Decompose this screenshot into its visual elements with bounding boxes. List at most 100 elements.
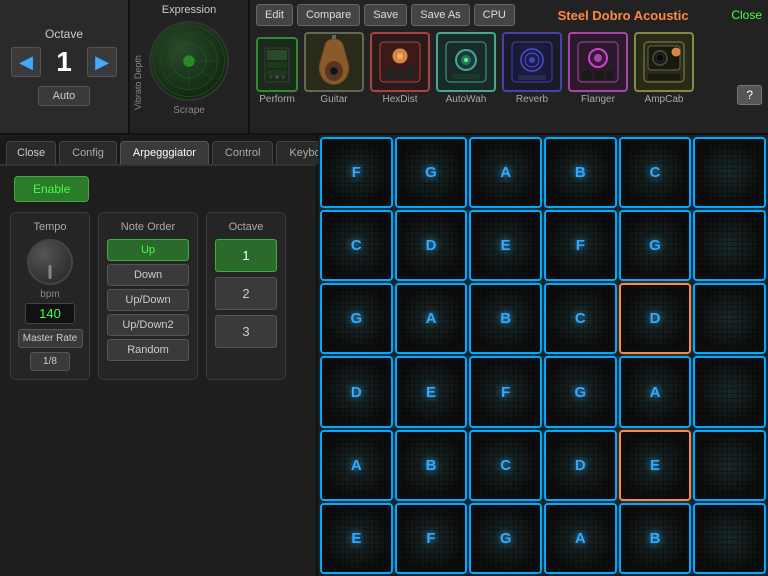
grid-cell[interactable]: C xyxy=(619,137,692,208)
note-order-updown[interactable]: Up/Down xyxy=(107,289,189,311)
fx-item-autowah[interactable]: AutoWah xyxy=(436,32,496,105)
grid-cell[interactable]: F xyxy=(544,210,617,281)
auto-button[interactable]: Auto xyxy=(38,86,91,106)
cell-note-label: A xyxy=(650,384,661,401)
tab-config[interactable]: Config xyxy=(59,141,117,164)
expression-dial[interactable] xyxy=(149,21,229,101)
grid-cell[interactable]: D xyxy=(544,430,617,501)
grid-cell[interactable]: F xyxy=(469,356,542,427)
octave-3-button[interactable]: 3 xyxy=(215,315,277,348)
fx-label-hexdist: HexDist xyxy=(382,94,417,105)
tempo-knob[interactable] xyxy=(27,239,73,285)
grid-cell[interactable]: G xyxy=(395,137,468,208)
grid-cell[interactable]: D xyxy=(320,356,393,427)
grid-cell[interactable]: C xyxy=(544,283,617,354)
fx-item-guitar[interactable]: Guitar xyxy=(304,32,364,105)
grid-cell[interactable]: B xyxy=(469,283,542,354)
fx-item-reverb[interactable]: Reverb xyxy=(502,32,562,105)
grid-cell[interactable]: A xyxy=(395,283,468,354)
save-as-button[interactable]: Save As xyxy=(411,4,469,26)
grid-cell[interactable]: C xyxy=(320,210,393,281)
fx-item-hexdist[interactable]: HexDist xyxy=(370,32,430,105)
octave-2-button[interactable]: 2 xyxy=(215,277,277,310)
grid-cell[interactable]: G xyxy=(544,356,617,427)
edit-button[interactable]: Edit xyxy=(256,4,293,26)
grid-cell[interactable]: B xyxy=(544,137,617,208)
bpm-input[interactable] xyxy=(25,303,75,324)
grid-cell[interactable]: E xyxy=(619,430,692,501)
vibrato-depth-label: Vibrato Depth xyxy=(133,30,143,110)
grid-cell[interactable]: A xyxy=(619,356,692,427)
grid-cell[interactable]: D xyxy=(395,210,468,281)
grid-cell[interactable]: E xyxy=(395,356,468,427)
grid-cell[interactable]: D xyxy=(619,283,692,354)
fx-item-perform[interactable]: Perform xyxy=(256,37,298,105)
close-preset-link[interactable]: Close xyxy=(731,8,762,22)
grid-cell[interactable]: A xyxy=(469,137,542,208)
octave-down-button[interactable]: ◀ xyxy=(11,47,41,77)
cell-note-label: A xyxy=(426,310,437,327)
enable-area: Enable xyxy=(0,166,316,212)
note-order-random[interactable]: Random xyxy=(107,339,189,361)
cell-note-label: F xyxy=(352,164,361,181)
fx-label-reverb: Reverb xyxy=(516,94,548,105)
flanger-box xyxy=(568,32,628,92)
tab-control[interactable]: Control xyxy=(212,141,273,164)
grid-cell[interactable]: F xyxy=(395,503,468,574)
grid-cell[interactable] xyxy=(693,283,766,354)
note-grid: FGABCCDEFGGABCDDEFGAABCDEEFGAB xyxy=(318,135,768,576)
tab-close[interactable]: Close xyxy=(6,141,56,164)
grid-cell[interactable] xyxy=(693,430,766,501)
note-order-updown2[interactable]: Up/Down2 xyxy=(107,314,189,336)
grid-cell[interactable]: G xyxy=(320,283,393,354)
fx-item-ampcab[interactable]: AmpCab xyxy=(634,32,694,105)
top-bar: Octave ◀ 1 ▶ Auto Vibrato Depth Expressi… xyxy=(0,0,768,135)
grid-cell[interactable]: G xyxy=(619,210,692,281)
grid-cell[interactable] xyxy=(693,137,766,208)
octave-1-button[interactable]: 1 xyxy=(215,239,277,272)
help-button[interactable]: ? xyxy=(737,85,762,105)
cell-note-label: F xyxy=(576,237,585,254)
grid-cell[interactable] xyxy=(693,503,766,574)
cell-note-label: C xyxy=(650,164,661,181)
grid-cell[interactable]: C xyxy=(469,430,542,501)
octave-up-button[interactable]: ▶ xyxy=(87,47,117,77)
scrape-label: Scrape xyxy=(173,105,205,116)
grid-cell[interactable]: G xyxy=(469,503,542,574)
note-order-down[interactable]: Down xyxy=(107,264,189,286)
grid-cell[interactable]: E xyxy=(469,210,542,281)
grid-cell[interactable]: B xyxy=(395,430,468,501)
tab-arpeggiator[interactable]: Arpegggiator xyxy=(120,141,209,164)
grid-cell[interactable] xyxy=(693,356,766,427)
enable-button[interactable]: Enable xyxy=(14,176,89,202)
grid-cell[interactable]: A xyxy=(320,430,393,501)
grid-area: FGABCCDEFGGABCDDEFGAABCDEEFGAB xyxy=(318,135,768,576)
grid-cell[interactable]: B xyxy=(619,503,692,574)
grid-cell[interactable] xyxy=(693,210,766,281)
cpu-button[interactable]: CPU xyxy=(474,4,515,26)
panel: Close Config Arpegggiator Control Keyboa… xyxy=(0,135,318,576)
cell-note-label: G xyxy=(649,237,661,254)
expression-section: Expression Scrape xyxy=(130,0,250,133)
note-order-up[interactable]: Up xyxy=(107,239,189,261)
cell-note-label: B xyxy=(575,164,586,181)
grid-cell[interactable]: A xyxy=(544,503,617,574)
grid-cell[interactable]: E xyxy=(320,503,393,574)
cell-note-label: B xyxy=(500,310,511,327)
autowah-box xyxy=(436,32,496,92)
save-button[interactable]: Save xyxy=(364,4,407,26)
octave-panel-title: Octave xyxy=(229,221,264,233)
octave-value-display: 1 xyxy=(49,46,79,78)
cell-note-label: F xyxy=(501,384,510,401)
eighth-button[interactable]: 1/8 xyxy=(30,352,70,371)
master-rate-button[interactable]: Master Rate xyxy=(18,329,83,348)
guitar-box xyxy=(304,32,364,92)
tab-bar: Close Config Arpegggiator Control Keyboa… xyxy=(0,135,316,166)
fx-item-flanger[interactable]: Flanger xyxy=(568,32,628,105)
cell-note-label: E xyxy=(426,384,436,401)
hexdist-box xyxy=(370,32,430,92)
grid-cell[interactable]: F xyxy=(320,137,393,208)
fx-label-perform: Perform xyxy=(259,94,295,105)
compare-button[interactable]: Compare xyxy=(297,4,360,26)
ampcab-box xyxy=(634,32,694,92)
